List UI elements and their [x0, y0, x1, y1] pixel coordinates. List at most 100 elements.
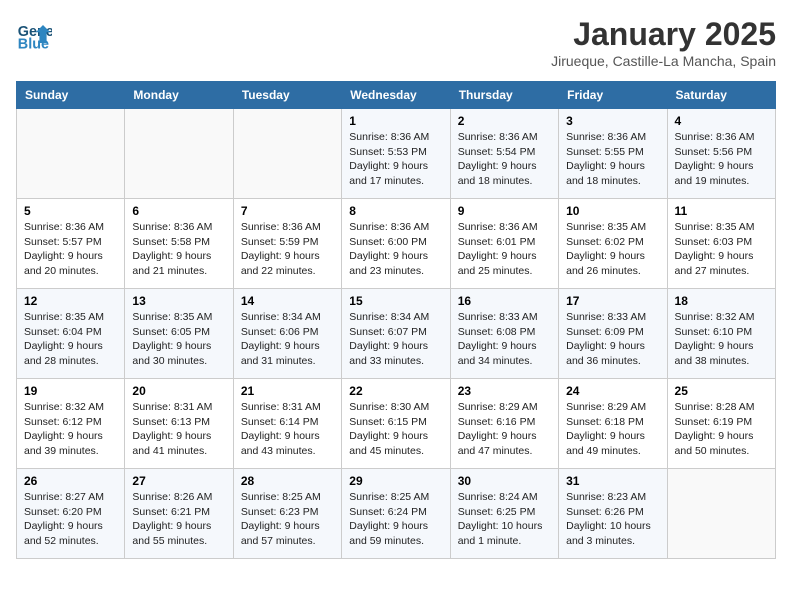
day-number: 9	[458, 204, 551, 218]
calendar-week-row: 5Sunrise: 8:36 AMSunset: 5:57 PMDaylight…	[17, 199, 776, 289]
cell-content: Sunrise: 8:23 AMSunset: 6:26 PMDaylight:…	[566, 490, 659, 549]
cell-content: Sunrise: 8:36 AMSunset: 5:59 PMDaylight:…	[241, 220, 334, 279]
cell-content: Sunrise: 8:32 AMSunset: 6:12 PMDaylight:…	[24, 400, 117, 459]
title-block: January 2025 Jirueque, Castille-La Manch…	[551, 16, 776, 69]
day-number: 17	[566, 294, 659, 308]
cell-content: Sunrise: 8:32 AMSunset: 6:10 PMDaylight:…	[675, 310, 768, 369]
calendar-cell: 24 Sunrise: 8:29 AMSunset: 6:18 PMDayligh…	[559, 379, 667, 469]
cell-content: Sunrise: 8:30 AMSunset: 6:15 PMDaylight:…	[349, 400, 442, 459]
calendar-week-row: 12 Sunrise: 8:35 AMSunset: 6:04 PMDayligh…	[17, 289, 776, 379]
cell-content: Sunrise: 8:33 AMSunset: 6:08 PMDaylight:…	[458, 310, 551, 369]
calendar-cell: 22 Sunrise: 8:30 AMSunset: 6:15 PMDayligh…	[342, 379, 450, 469]
calendar-cell: 17 Sunrise: 8:33 AMSunset: 6:09 PMDayligh…	[559, 289, 667, 379]
calendar-cell: 10 Sunrise: 8:35 AMSunset: 6:02 PMDayligh…	[559, 199, 667, 289]
calendar-week-row: 19 Sunrise: 8:32 AMSunset: 6:12 PMDayligh…	[17, 379, 776, 469]
day-number: 15	[349, 294, 442, 308]
cell-content: Sunrise: 8:26 AMSunset: 6:21 PMDaylight:…	[132, 490, 225, 549]
calendar-week-row: 1Sunrise: 8:36 AMSunset: 5:53 PMDaylight…	[17, 109, 776, 199]
cell-content: Sunrise: 8:29 AMSunset: 6:16 PMDaylight:…	[458, 400, 551, 459]
calendar-cell: 25Sunrise: 8:28 AMSunset: 6:19 PMDayligh…	[667, 379, 775, 469]
day-number: 23	[458, 384, 551, 398]
calendar-cell: 30 Sunrise: 8:24 AMSunset: 6:25 PMDayligh…	[450, 469, 558, 559]
day-number: 24	[566, 384, 659, 398]
calendar-cell: 18Sunrise: 8:32 AMSunset: 6:10 PMDayligh…	[667, 289, 775, 379]
calendar-cell: 14 Sunrise: 8:34 AMSunset: 6:06 PMDayligh…	[233, 289, 341, 379]
day-number: 14	[241, 294, 334, 308]
weekday-header-saturday: Saturday	[667, 82, 775, 109]
day-number: 10	[566, 204, 659, 218]
cell-content: Sunrise: 8:34 AMSunset: 6:06 PMDaylight:…	[241, 310, 334, 369]
calendar-cell: 5Sunrise: 8:36 AMSunset: 5:57 PMDaylight…	[17, 199, 125, 289]
calendar-cell: 20 Sunrise: 8:31 AMSunset: 6:13 PMDayligh…	[125, 379, 233, 469]
calendar-cell: 9 Sunrise: 8:36 AMSunset: 6:01 PMDaylight…	[450, 199, 558, 289]
calendar-cell: 23 Sunrise: 8:29 AMSunset: 6:16 PMDayligh…	[450, 379, 558, 469]
day-number: 5	[24, 204, 117, 218]
day-number: 13	[132, 294, 225, 308]
cell-content: Sunrise: 8:25 AMSunset: 6:23 PMDaylight:…	[241, 490, 334, 549]
cell-content: Sunrise: 8:31 AMSunset: 6:14 PMDaylight:…	[241, 400, 334, 459]
calendar-cell: 7 Sunrise: 8:36 AMSunset: 5:59 PMDaylight…	[233, 199, 341, 289]
day-number: 28	[241, 474, 334, 488]
calendar-week-row: 26 Sunrise: 8:27 AMSunset: 6:20 PMDayligh…	[17, 469, 776, 559]
day-number: 19	[24, 384, 117, 398]
cell-content: Sunrise: 8:35 AMSunset: 6:04 PMDaylight:…	[24, 310, 117, 369]
cell-content: Sunrise: 8:36 AMSunset: 5:54 PMDaylight:…	[458, 130, 551, 189]
cell-content: Sunrise: 8:33 AMSunset: 6:09 PMDaylight:…	[566, 310, 659, 369]
weekday-header-tuesday: Tuesday	[233, 82, 341, 109]
cell-content: Sunrise: 8:35 AMSunset: 6:03 PMDaylight:…	[675, 220, 768, 279]
day-number: 1	[349, 114, 442, 128]
calendar-cell: 12 Sunrise: 8:35 AMSunset: 6:04 PMDayligh…	[17, 289, 125, 379]
day-number: 29	[349, 474, 442, 488]
day-number: 20	[132, 384, 225, 398]
day-number: 26	[24, 474, 117, 488]
month-title: January 2025	[551, 16, 776, 53]
calendar-cell: 3Sunrise: 8:36 AMSunset: 5:55 PMDaylight…	[559, 109, 667, 199]
cell-content: Sunrise: 8:29 AMSunset: 6:18 PMDaylight:…	[566, 400, 659, 459]
day-number: 27	[132, 474, 225, 488]
cell-content: Sunrise: 8:36 AMSunset: 5:58 PMDaylight:…	[132, 220, 225, 279]
calendar-cell: 27 Sunrise: 8:26 AMSunset: 6:21 PMDayligh…	[125, 469, 233, 559]
calendar-cell: 11 Sunrise: 8:35 AMSunset: 6:03 PMDayligh…	[667, 199, 775, 289]
day-number: 7	[241, 204, 334, 218]
logo: General Blue	[16, 16, 56, 52]
cell-content: Sunrise: 8:34 AMSunset: 6:07 PMDaylight:…	[349, 310, 442, 369]
cell-content: Sunrise: 8:28 AMSunset: 6:19 PMDaylight:…	[675, 400, 768, 459]
calendar-cell: 8 Sunrise: 8:36 AMSunset: 6:00 PMDaylight…	[342, 199, 450, 289]
weekday-header-wednesday: Wednesday	[342, 82, 450, 109]
cell-content: Sunrise: 8:24 AMSunset: 6:25 PMDaylight:…	[458, 490, 551, 549]
calendar-table: SundayMondayTuesdayWednesdayThursdayFrid…	[16, 81, 776, 559]
calendar-cell: 26 Sunrise: 8:27 AMSunset: 6:20 PMDayligh…	[17, 469, 125, 559]
day-number: 21	[241, 384, 334, 398]
day-number: 6	[132, 204, 225, 218]
calendar-cell: 16 Sunrise: 8:33 AMSunset: 6:08 PMDayligh…	[450, 289, 558, 379]
cell-content: Sunrise: 8:36 AMSunset: 5:55 PMDaylight:…	[566, 130, 659, 189]
cell-content: Sunrise: 8:35 AMSunset: 6:02 PMDaylight:…	[566, 220, 659, 279]
calendar-cell	[233, 109, 341, 199]
day-number: 22	[349, 384, 442, 398]
calendar-cell: 31 Sunrise: 8:23 AMSunset: 6:26 PMDayligh…	[559, 469, 667, 559]
calendar-cell	[125, 109, 233, 199]
day-number: 12	[24, 294, 117, 308]
calendar-cell: 28 Sunrise: 8:25 AMSunset: 6:23 PMDayligh…	[233, 469, 341, 559]
logo-icon: General Blue	[16, 16, 52, 52]
calendar-cell: 29 Sunrise: 8:25 AMSunset: 6:24 PMDayligh…	[342, 469, 450, 559]
day-number: 16	[458, 294, 551, 308]
day-number: 30	[458, 474, 551, 488]
day-number: 2	[458, 114, 551, 128]
calendar-cell: 19 Sunrise: 8:32 AMSunset: 6:12 PMDayligh…	[17, 379, 125, 469]
day-number: 8	[349, 204, 442, 218]
cell-content: Sunrise: 8:25 AMSunset: 6:24 PMDaylight:…	[349, 490, 442, 549]
weekday-header-friday: Friday	[559, 82, 667, 109]
day-number: 11	[675, 204, 768, 218]
calendar-cell	[667, 469, 775, 559]
cell-content: Sunrise: 8:36 AMSunset: 6:01 PMDaylight:…	[458, 220, 551, 279]
cell-content: Sunrise: 8:27 AMSunset: 6:20 PMDaylight:…	[24, 490, 117, 549]
day-number: 31	[566, 474, 659, 488]
weekday-header-row: SundayMondayTuesdayWednesdayThursdayFrid…	[17, 82, 776, 109]
cell-content: Sunrise: 8:35 AMSunset: 6:05 PMDaylight:…	[132, 310, 225, 369]
calendar-cell: 4Sunrise: 8:36 AMSunset: 5:56 PMDaylight…	[667, 109, 775, 199]
page-header: General Blue January 2025 Jirueque, Cast…	[16, 16, 776, 69]
cell-content: Sunrise: 8:36 AMSunset: 6:00 PMDaylight:…	[349, 220, 442, 279]
cell-content: Sunrise: 8:31 AMSunset: 6:13 PMDaylight:…	[132, 400, 225, 459]
calendar-cell: 21 Sunrise: 8:31 AMSunset: 6:14 PMDayligh…	[233, 379, 341, 469]
